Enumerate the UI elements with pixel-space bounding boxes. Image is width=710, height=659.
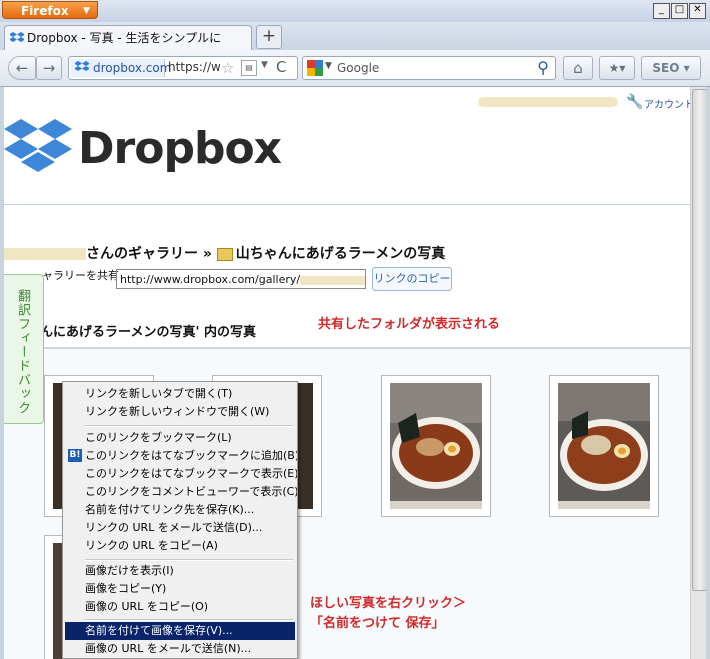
menu-item-copy-image-url[interactable]: 画像の URL をコピー(O) (65, 598, 295, 616)
reload-icon[interactable]: C (276, 58, 286, 76)
context-menu: リンクを新しいタブで開く(T) リンクを新しいウィンドウで開く(W) このリンク… (62, 381, 298, 659)
dropbox-logo-icon (4, 119, 72, 172)
seo-label: SEO (652, 61, 680, 75)
vertical-scrollbar[interactable] (690, 87, 707, 659)
menu-item-label: このリンクをはてなブックマークに追加(B) (85, 449, 298, 462)
url-text: https://wv (168, 60, 220, 74)
section-title: んにあげるラーメンの写真' 内の写真 (40, 325, 256, 340)
menu-item-email-link[interactable]: リンクの URL をメールで送信(D)... (65, 519, 295, 537)
bookmark-star-icon: ★▾ (608, 61, 626, 75)
forward-arrow-icon: → (42, 59, 56, 77)
translation-feedback-tab[interactable]: 翻訳フィードバック (4, 274, 44, 424)
menu-item-copy-link[interactable]: リンクの URL をコピー(A) (65, 537, 295, 555)
url-bar[interactable]: dropbox.com https://wv ☆ ▤ ▼ C (68, 56, 298, 80)
photo-thumbnail[interactable] (381, 375, 491, 517)
menu-item-open-link-new-tab[interactable]: リンクを新しいタブで開く(T) (65, 385, 295, 403)
annotation-instructions: ほしい写真を右クリック＞ 「名前をつけて 保存」 (310, 594, 466, 634)
breadcrumb-folder: 山ちゃんにあげるラーメンの写真 (235, 246, 446, 262)
share-url-prefix: http://www.dropbox.com/gallery/ (120, 273, 301, 286)
page-action-icon[interactable]: ▤ (241, 60, 257, 76)
redacted-username (4, 248, 86, 260)
copy-link-button[interactable]: リンクのコピー (372, 267, 452, 291)
share-url-field[interactable]: http://www.dropbox.com/gallery/E (116, 269, 366, 289)
annotation-shared-folder: 共有したフォルダが表示される (318, 317, 501, 332)
account-link[interactable]: アカウント (644, 96, 690, 111)
header-divider (4, 204, 690, 205)
home-button[interactable]: ⌂ (563, 56, 593, 80)
search-input[interactable]: Google (337, 61, 379, 75)
chevron-down-icon[interactable]: ▼ (325, 61, 332, 71)
ramen-photo (390, 383, 482, 509)
menu-item-view-image[interactable]: 画像だけを表示(I) (65, 562, 295, 580)
menu-separator (85, 559, 293, 561)
menu-item-hatena-view[interactable]: このリンクをはてなブックマークで表示(E) (65, 465, 297, 483)
menu-item-save-image-as[interactable]: 名前を付けて画像を保存(V)... (65, 622, 295, 640)
window-border-right (706, 87, 710, 659)
navigation-toolbar: ← → dropbox.com https://wv ☆ ▤ ▼ C ▼ Goo… (0, 50, 710, 87)
menu-item-comment-viewer[interactable]: このリンクをコメントビューワーで表示(C) (65, 483, 297, 501)
share-label: ャラリーを共有 (42, 269, 119, 282)
search-icon[interactable]: ⚲ (537, 58, 549, 77)
breadcrumb: さんのギャラリー » 山ちゃんにあげるラーメンの写真 (4, 243, 445, 263)
search-bar[interactable]: ▼ Google ⚲ (302, 56, 556, 80)
menu-item-bookmark-link[interactable]: このリンクをブックマーク(L) (65, 429, 295, 447)
folder-icon (216, 247, 233, 261)
bookmark-star-icon[interactable]: ☆ (221, 59, 234, 77)
title-bar: Firefox ▼ _ □ ✕ (0, 0, 710, 23)
wrench-icon: 🔧 (626, 94, 644, 110)
ramen-photo (558, 383, 650, 509)
back-button[interactable]: ← (8, 56, 36, 80)
feedback-label: 翻訳フィードバック (15, 289, 30, 415)
tab-dropbox[interactable]: Dropbox - 写真 - 生活をシンプルに (4, 25, 252, 50)
close-button[interactable]: ✕ (689, 3, 706, 19)
menu-separator (85, 425, 293, 427)
forward-button[interactable]: → (36, 56, 62, 80)
dropbox-favicon-icon (75, 61, 89, 71)
menu-item-email-image[interactable]: 画像の URL をメールで送信(N)... (65, 640, 295, 658)
firefox-menu-button[interactable]: Firefox ▼ (2, 1, 98, 19)
new-tab-button[interactable]: + (256, 25, 282, 49)
menu-item-copy-image[interactable]: 画像をコピー(Y) (65, 580, 295, 598)
home-icon: ⌂ (573, 59, 583, 77)
menu-separator (85, 619, 293, 621)
logo-wordmark: Dropbox (78, 123, 282, 174)
site-identity-button[interactable]: dropbox.com (71, 59, 171, 77)
back-arrow-icon: ← (15, 59, 29, 77)
maximize-button[interactable]: □ (671, 3, 688, 19)
tab-title: Dropbox - 写真 - 生活をシンプルに (27, 31, 222, 45)
tab-bar: Dropbox - 写真 - 生活をシンプルに + (0, 22, 710, 50)
photo-thumbnail[interactable] (549, 375, 659, 517)
chevron-down-icon: ▼ (83, 6, 90, 16)
chevron-down-icon[interactable]: ▼ (261, 60, 268, 70)
hatena-bookmark-icon: B! (68, 449, 82, 462)
menu-item-hatena-add[interactable]: B! このリンクをはてなブックマークに追加(B) (65, 447, 298, 465)
menu-item-open-link-new-window[interactable]: リンクを新しいウィンドウで開く(W) (65, 403, 295, 421)
annotation-line-1: ほしい写真を右クリック＞ (310, 596, 467, 611)
bookmarks-button[interactable]: ★▾ (599, 56, 635, 80)
seo-button[interactable]: SEO ▾ (641, 56, 701, 80)
dropbox-favicon-icon (10, 32, 24, 42)
annotation-line-2: 「名前をつけて 保存」 (310, 616, 445, 631)
site-identity-label: dropbox.com (93, 61, 172, 75)
breadcrumb-gallery[interactable]: さんのギャラリー » (86, 246, 212, 262)
minimize-button[interactable]: _ (653, 3, 670, 19)
scrollbar-thumb[interactable] (692, 89, 707, 591)
redacted-url-part (300, 275, 365, 285)
google-icon (307, 60, 323, 76)
menu-item-save-link-as[interactable]: 名前を付けてリンク先を保存(K)... (65, 501, 295, 519)
redacted-email (478, 97, 618, 107)
